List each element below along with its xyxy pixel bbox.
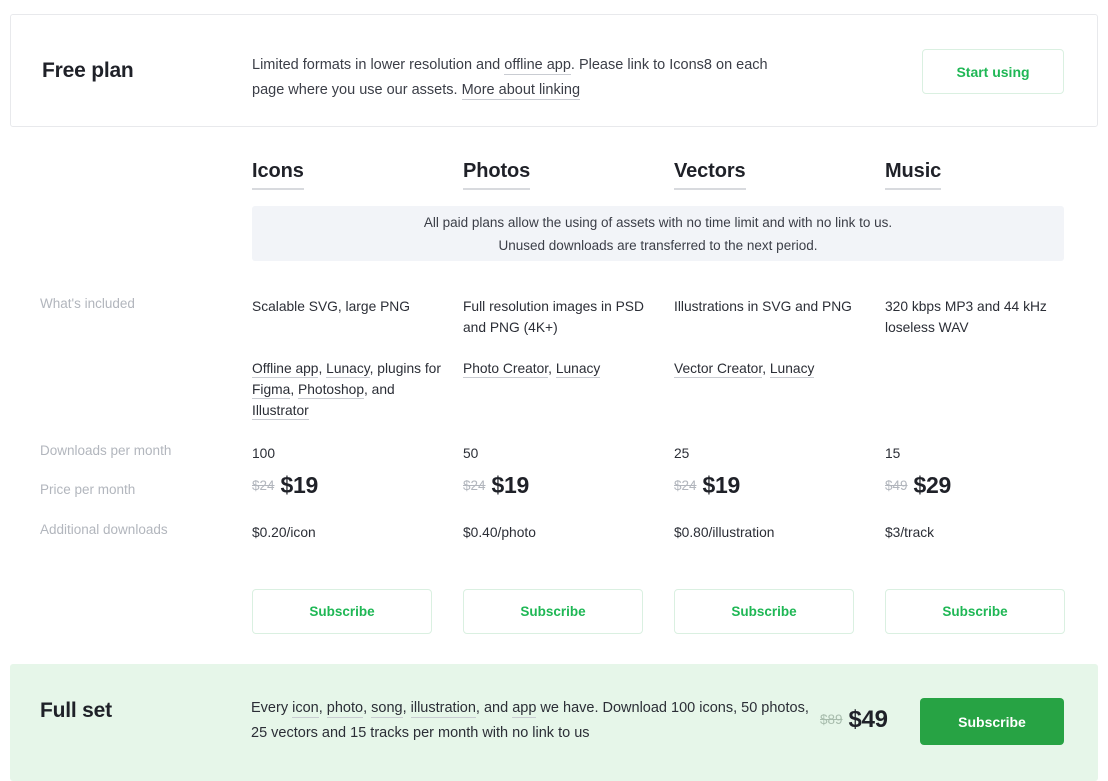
tool-text: , and [364, 382, 395, 397]
pricing-page: Free plan Limited formats in lower resol… [0, 0, 1108, 781]
column-header-icons[interactable]: Icons [252, 160, 304, 190]
row-label-price-per-month: Price per month [40, 482, 136, 497]
full-set-price-new: $49 [848, 706, 888, 733]
column-header-vectors[interactable]: Vectors [674, 160, 746, 190]
full-set-text: , and [475, 700, 513, 716]
full-set-subscribe-button[interactable]: Subscribe [920, 698, 1064, 745]
start-using-button[interactable]: Start using [922, 49, 1064, 94]
free-plan-card: Free plan Limited formats in lower resol… [10, 14, 1098, 127]
tool-illustrator-link[interactable]: Illustrator [252, 403, 309, 420]
tool-text: , [762, 361, 770, 376]
subscribe-button-icons[interactable]: Subscribe [252, 589, 432, 634]
tool-lunacy-link[interactable]: Lunacy [769, 361, 815, 378]
plan-formats-music: 320 kbps MP3 and 44 kHz loseless WAV [885, 299, 1047, 335]
tool-text: , [548, 361, 556, 376]
paid-plans-info-banner: All paid plans allow the using of assets… [252, 206, 1064, 261]
plan-price-old-music: $49 [885, 478, 908, 493]
plan-additional-icons: $0.20/icon [252, 525, 316, 540]
plan-price-new-vectors: $19 [702, 472, 741, 498]
plan-downloads-music: 15 [885, 446, 901, 461]
plan-tools-vectors: Vector Creator, Lunacy [674, 358, 864, 379]
full-set-song-link[interactable]: song [371, 700, 403, 718]
full-set-price-old: $89 [820, 712, 843, 727]
tool-lunacy-link[interactable]: Lunacy [326, 361, 370, 378]
subscribe-button-photos[interactable]: Subscribe [463, 589, 643, 634]
tool-photoshop-link[interactable]: Photoshop [298, 382, 364, 399]
full-set-title: Full set [40, 699, 112, 722]
offline-app-link[interactable]: offline app [504, 57, 571, 75]
plan-tools-photos: Photo Creator, Lunacy [463, 358, 653, 379]
plan-additional-vectors: $0.80/illustration [674, 525, 775, 540]
full-set-description: Every icon, photo, song, illustration, a… [251, 696, 811, 746]
plan-downloads-vectors: 25 [674, 446, 690, 461]
tool-text: , [318, 361, 327, 376]
tool-text: , plugins for [369, 361, 441, 376]
plan-price-vectors: $24 $19 [674, 472, 741, 499]
plan-downloads-photos: 50 [463, 446, 479, 461]
row-label-additional-downloads: Additional downloads [40, 522, 168, 537]
plan-formats-photos: Full resolution images in PSD and PNG (4… [463, 299, 644, 335]
free-plan-description: Limited formats in lower resolution and … [252, 53, 772, 103]
row-label-downloads-per-month: Downloads per month [40, 443, 172, 458]
subscribe-button-vectors[interactable]: Subscribe [674, 589, 854, 634]
tool-lunacy-link[interactable]: Lunacy [555, 361, 601, 378]
full-set-photo-link[interactable]: photo [326, 700, 364, 718]
plan-price-icons: $24 $19 [252, 472, 319, 499]
full-set-app-link[interactable]: app [512, 700, 537, 718]
full-set-illustration-link[interactable]: illustration [410, 700, 476, 718]
full-set-text: we have. Download [536, 700, 667, 716]
plan-downloads-icons: 100 [252, 446, 276, 461]
full-set-text: , [363, 700, 372, 716]
plan-tools-icons: Offline app, Lunacy, plugins for Figma , … [252, 358, 442, 421]
free-plan-title: Free plan [42, 59, 134, 82]
plan-price-music: $49 $29 [885, 472, 952, 499]
full-set-text: Every [251, 700, 293, 716]
full-set-price: $89 $49 [820, 706, 888, 734]
full-set-text: , [402, 700, 411, 716]
full-set-text: , [318, 700, 327, 716]
subscribe-button-music[interactable]: Subscribe [885, 589, 1065, 634]
tool-vector-creator-link[interactable]: Vector Creator [674, 361, 763, 378]
tool-offline-app-link[interactable]: Offline app [252, 361, 319, 378]
plan-formats-icons: Scalable SVG, large PNG [252, 299, 410, 314]
tool-figma-link[interactable]: Figma [252, 382, 291, 399]
column-header-music[interactable]: Music [885, 160, 941, 190]
plan-price-old-icons: $24 [252, 478, 275, 493]
free-plan-desc-text-1: Limited formats in lower resolution and [252, 57, 505, 73]
tool-text: , [290, 382, 299, 397]
free-plan-desc-text-2: . Please link to [570, 57, 666, 73]
plan-price-new-photos: $19 [491, 472, 530, 498]
full-set-desc-line-1: Every icon, photo, song, illustration, a… [251, 700, 667, 718]
plan-additional-music: $3/track [885, 525, 935, 540]
banner-line-2: Unused downloads are transferred to the … [498, 237, 818, 253]
tool-photo-creator-link[interactable]: Photo Creator [463, 361, 549, 378]
plan-additional-photos: $0.40/photo [463, 525, 536, 540]
plan-price-old-photos: $24 [463, 478, 486, 493]
plan-price-new-music: $29 [913, 472, 952, 498]
column-header-photos[interactable]: Photos [463, 160, 530, 190]
plan-price-photos: $24 $19 [463, 472, 530, 499]
banner-line-1: All paid plans allow the using of assets… [423, 214, 893, 230]
more-about-linking-link[interactable]: More about linking [461, 82, 581, 100]
plan-price-new-icons: $19 [280, 472, 319, 498]
plan-formats-vectors: Illustrations in SVG and PNG [674, 299, 852, 314]
full-set-icon-link[interactable]: icon [292, 700, 319, 718]
row-label-whats-included: What's included [40, 296, 135, 311]
plan-price-old-vectors: $24 [674, 478, 697, 493]
